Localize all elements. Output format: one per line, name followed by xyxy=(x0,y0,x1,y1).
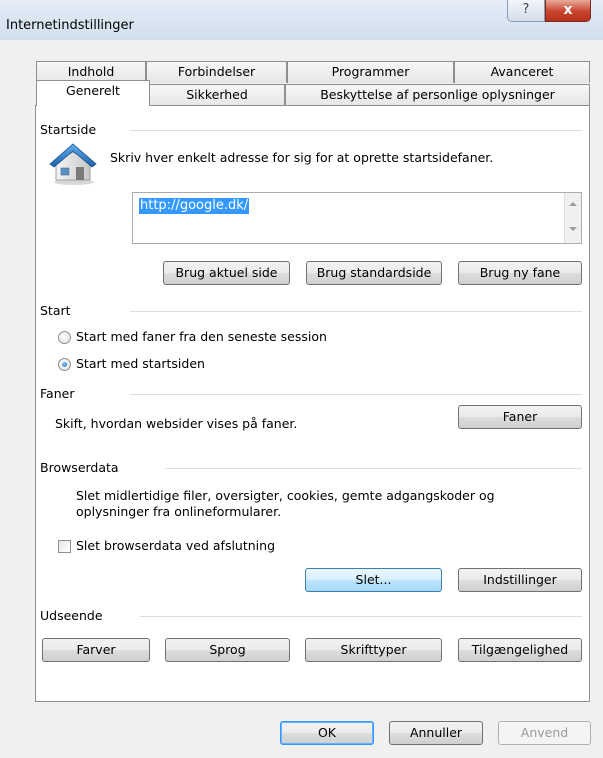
close-icon: x xyxy=(563,2,573,18)
radio-start-homepage[interactable] xyxy=(58,358,71,371)
use-new-tab-button[interactable]: Brug ny fane xyxy=(458,261,582,285)
tab-programmer[interactable]: Programmer xyxy=(287,61,454,83)
browserdata-separator xyxy=(165,468,582,469)
tabs-settings-button[interactable]: Faner xyxy=(458,405,582,429)
start-title: Start xyxy=(40,303,79,318)
languages-button[interactable]: Sprog xyxy=(165,638,290,662)
start-separator xyxy=(130,311,582,312)
help-button[interactable]: ? xyxy=(507,0,545,22)
delete-on-exit-checkbox[interactable] xyxy=(58,540,71,553)
colors-button[interactable]: Farver xyxy=(42,638,150,662)
startside-description: Skriv hver enkelt adresse for sig for at… xyxy=(110,150,494,165)
radio-start-session-label: Start med faner fra den seneste session xyxy=(76,329,327,344)
radio-start-homepage-label: Start med startsiden xyxy=(76,356,205,371)
browserdata-description-line2: oplysninger fra onlineformularer. xyxy=(76,504,282,519)
faner-description: Skift, hvordan websider vises på faner. xyxy=(55,416,298,431)
browserdata-description-line1: Slet midlertidige filer, oversigter, coo… xyxy=(76,488,495,503)
ok-button[interactable]: OK xyxy=(280,721,374,745)
scroll-down-icon[interactable] xyxy=(569,227,577,231)
udseende-separator xyxy=(140,616,582,617)
delete-on-exit-label: Slet browserdata ved afslutning xyxy=(76,538,276,553)
help-icon: ? xyxy=(522,2,530,17)
internet-options-dialog: Internetindstillinger ? x Indhold Forbin… xyxy=(0,0,603,758)
textarea-scrollbar[interactable] xyxy=(564,193,581,243)
tab-beskyttelse[interactable]: Beskyttelse af personlige oplysninger xyxy=(285,84,590,106)
browserdata-title: Browserdata xyxy=(40,460,127,475)
accessibility-button[interactable]: Tilgængelighed xyxy=(458,638,582,662)
close-button[interactable]: x xyxy=(545,0,591,22)
use-default-button[interactable]: Brug standardside xyxy=(306,261,442,285)
home-page-icon xyxy=(49,143,97,185)
udseende-title: Udseende xyxy=(40,608,111,623)
faner-title: Faner xyxy=(40,386,83,401)
cancel-button[interactable]: Annuller xyxy=(389,721,483,745)
delete-browsing-data-button[interactable]: Slet... xyxy=(305,568,442,592)
radio-start-session[interactable] xyxy=(58,331,71,344)
fonts-button[interactable]: Skrifttyper xyxy=(305,638,442,662)
tab-sikkerhed[interactable]: Sikkerhed xyxy=(149,84,285,106)
tab-generelt[interactable]: Generelt xyxy=(36,80,150,106)
browsing-data-settings-button[interactable]: Indstillinger xyxy=(458,568,582,592)
startside-separator xyxy=(130,130,582,131)
tab-avanceret[interactable]: Avanceret xyxy=(454,61,590,83)
title-bar: Internetindstillinger ? x xyxy=(0,0,603,40)
use-current-button[interactable]: Brug aktuel side xyxy=(163,261,290,285)
homepage-url-text: http://google.dk/ xyxy=(139,198,250,214)
homepage-url-textarea[interactable]: http://google.dk/ xyxy=(132,192,582,244)
startside-title: Startside xyxy=(40,122,105,137)
window-title: Internetindstillinger xyxy=(6,18,134,33)
faner-separator xyxy=(130,394,582,395)
tab-forbindelser[interactable]: Forbindelser xyxy=(146,61,287,83)
apply-button[interactable]: Anvend xyxy=(498,721,591,745)
scroll-up-icon[interactable] xyxy=(569,202,577,206)
